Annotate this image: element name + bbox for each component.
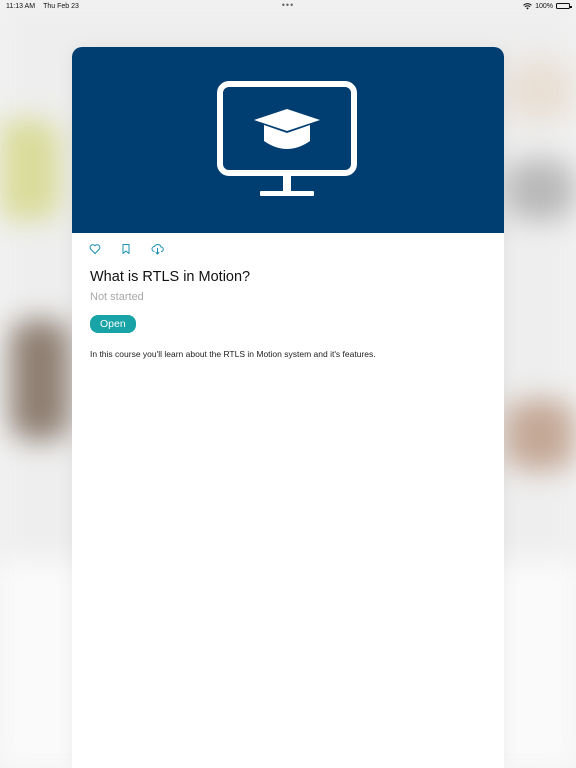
monitor-graduation-cap-icon bbox=[217, 81, 357, 196]
course-actions bbox=[72, 233, 504, 259]
battery-icon bbox=[556, 3, 572, 9]
cloud-download-icon[interactable] bbox=[151, 243, 164, 256]
multitasking-dots-icon[interactable]: ••• bbox=[282, 1, 294, 10]
course-hero-image bbox=[72, 47, 504, 233]
heart-icon[interactable] bbox=[89, 243, 102, 256]
course-status: Not started bbox=[90, 291, 144, 303]
wifi-icon bbox=[523, 2, 532, 9]
course-description: In this course you'll learn about the RT… bbox=[90, 349, 376, 359]
open-button[interactable]: Open bbox=[90, 315, 136, 333]
status-date: Thu Feb 23 bbox=[43, 2, 79, 10]
battery-percent: 100% bbox=[535, 2, 553, 10]
course-title: What is RTLS in Motion? bbox=[90, 269, 251, 285]
status-bar: 11:13 AM Thu Feb 23 ••• 100% bbox=[0, 0, 576, 12]
course-detail-card: What is RTLS in Motion? Not started Open… bbox=[72, 47, 504, 768]
status-time: 11:13 AM bbox=[6, 2, 36, 10]
bookmark-icon[interactable] bbox=[120, 243, 133, 256]
